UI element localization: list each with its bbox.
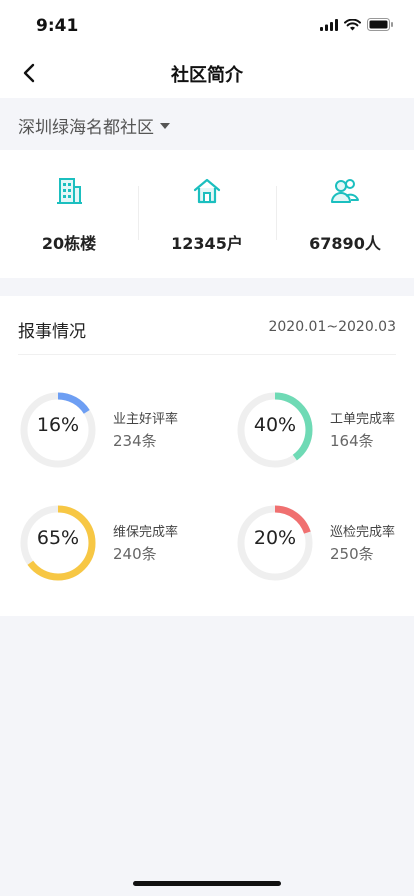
metric-percent: 16% xyxy=(36,414,80,436)
metric-count: 250条 xyxy=(330,545,374,563)
report-divider xyxy=(18,354,396,355)
caret-down-icon xyxy=(160,122,170,129)
house-icon xyxy=(193,178,221,204)
metric-percent: 20% xyxy=(253,527,297,549)
metric-count: 240条 xyxy=(113,545,157,563)
report-title: 报事情况 xyxy=(18,322,86,342)
metric-count: 234条 xyxy=(113,432,157,450)
nav-bar: 社区简介 xyxy=(0,48,414,98)
battery-icon xyxy=(367,18,393,31)
status-time: 9:41 xyxy=(36,16,79,36)
metric-inspection-completion[interactable]: 20% 巡检完成率 250条 xyxy=(235,503,414,583)
status-icons xyxy=(320,18,394,31)
metric-count: 164条 xyxy=(330,432,374,450)
metric-label: 业主好评率 xyxy=(113,412,179,427)
metric-percent: 40% xyxy=(253,414,297,436)
stat-buildings: 20栋楼 xyxy=(0,150,138,278)
stat-households-label: 12345户 xyxy=(171,234,243,253)
building-icon xyxy=(57,178,82,204)
community-name: 深圳绿海名都社区 xyxy=(18,118,154,138)
residents-icon xyxy=(331,179,359,203)
wifi-icon xyxy=(344,18,361,30)
metric-label: 维保完成率 xyxy=(113,525,179,540)
report-date-range[interactable]: 2020.01~2020.03 xyxy=(268,319,396,335)
metric-owner-rating[interactable]: 16% 业主好评率 234条 xyxy=(18,390,208,470)
metric-percent: 65% xyxy=(36,527,80,549)
metric-maintenance-completion[interactable]: 65% 维保完成率 240条 xyxy=(18,503,208,583)
metric-workorder-completion[interactable]: 40% 工单完成率 164条 xyxy=(235,390,414,470)
community-selector[interactable]: 深圳绿海名都社区 xyxy=(18,113,170,138)
report-card: 报事情况 2020.01~2020.03 16% 业主好评率 234条 40% … xyxy=(0,296,414,616)
status-bar: 9:41 xyxy=(0,0,414,48)
home-indicator xyxy=(133,881,281,886)
stat-residents: 67890人 xyxy=(276,150,414,278)
stat-households: 12345户 xyxy=(138,150,276,278)
signal-icon xyxy=(320,18,338,31)
metric-label: 工单完成率 xyxy=(330,412,396,427)
page-title: 社区简介 xyxy=(171,65,243,86)
stats-card: 20栋楼 12345户 67890人 xyxy=(0,150,414,278)
stat-buildings-label: 20栋楼 xyxy=(41,234,97,253)
metric-label: 巡检完成率 xyxy=(330,525,396,540)
stat-residents-label: 67890人 xyxy=(309,234,381,253)
